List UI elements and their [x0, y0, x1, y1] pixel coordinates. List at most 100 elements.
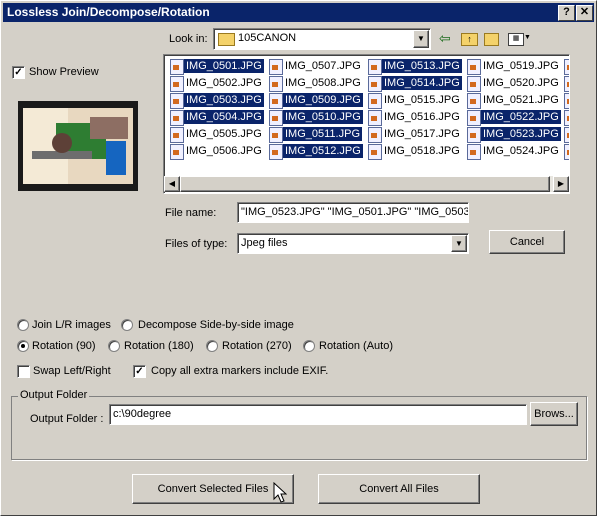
file-list-item[interactable]: IMG_0505.JPG	[168, 126, 262, 143]
mouse-cursor-icon	[273, 481, 288, 507]
file-list-item-partial[interactable]	[562, 143, 569, 160]
file-list-item[interactable]: IMG_0508.JPG	[267, 75, 361, 92]
file-name: IMG_0510.JPG	[283, 110, 363, 124]
file-list-item-partial[interactable]	[562, 109, 569, 126]
file-name: IMG_0514.JPG	[382, 76, 462, 90]
file-list-item-partial[interactable]	[562, 126, 569, 143]
rotation-90-radio[interactable]	[17, 340, 29, 352]
file-name: IMG_0504.JPG	[184, 110, 264, 124]
scroll-right-icon[interactable]: ▶	[553, 176, 569, 192]
jpeg-file-icon	[170, 93, 184, 109]
title-bar[interactable]: Lossless Join/Decompose/Rotation ? ✕	[3, 3, 594, 22]
filetype-value: Jpeg files	[241, 237, 288, 249]
file-list-item[interactable]: IMG_0507.JPG	[267, 58, 361, 75]
decompose-radio[interactable]	[121, 319, 133, 331]
jpeg-file-icon	[170, 144, 184, 160]
scroll-left-icon[interactable]: ◀	[164, 176, 180, 192]
file-list-item[interactable]: IMG_0502.JPG	[168, 75, 262, 92]
file-name: IMG_0506.JPG	[186, 145, 262, 157]
jpeg-file-icon	[564, 127, 569, 143]
file-list-item-partial[interactable]	[562, 58, 569, 75]
jpeg-file-icon	[564, 110, 569, 126]
filetype-dropdown[interactable]: Jpeg files ▼	[237, 233, 469, 254]
file-list-item[interactable]: IMG_0511.JPG	[267, 126, 362, 143]
scroll-thumb[interactable]	[180, 176, 550, 192]
jpeg-file-icon	[170, 76, 184, 92]
file-list-item[interactable]: IMG_0503.JPG	[168, 92, 264, 109]
file-list-item[interactable]: IMG_0515.JPG	[366, 92, 460, 109]
view-menu-chevron-icon[interactable]: ▼	[524, 34, 531, 41]
file-list-item[interactable]: IMG_0514.JPG	[366, 75, 462, 92]
swap-checkbox[interactable]	[17, 365, 30, 378]
convert-selected-button[interactable]: Convert Selected Files	[132, 474, 294, 504]
jpeg-file-icon	[170, 59, 184, 75]
file-name: IMG_0516.JPG	[384, 111, 460, 123]
cancel-button[interactable]: Cancel	[489, 230, 565, 254]
filename-value: "IMG_0523.JPG" "IMG_0501.JPG" "IMG_0503	[241, 206, 469, 218]
file-list-item[interactable]: IMG_0524.JPG	[465, 143, 559, 160]
show-preview-checkbox[interactable]: ✓	[12, 66, 25, 79]
jpeg-file-icon	[269, 59, 283, 75]
jpeg-file-icon	[269, 76, 283, 92]
join-radio[interactable]	[17, 319, 29, 331]
rotation-auto-radio[interactable]	[303, 340, 315, 352]
file-list-item[interactable]: IMG_0501.JPG	[168, 58, 264, 75]
rotation-270-radio[interactable]	[206, 340, 218, 352]
dialog-window: Lossless Join/Decompose/Rotation ? ✕ ✓ S…	[0, 0, 597, 516]
file-name: IMG_0518.JPG	[384, 145, 460, 157]
view-menu-icon[interactable]: ▦	[508, 33, 524, 46]
jpeg-file-icon	[564, 59, 569, 75]
rotation-180-label: Rotation (180)	[124, 340, 194, 352]
close-button[interactable]: ✕	[576, 5, 593, 21]
new-folder-icon[interactable]	[484, 33, 499, 46]
file-list-item[interactable]: IMG_0506.JPG	[168, 143, 262, 160]
jpeg-file-icon	[269, 93, 283, 109]
file-list[interactable]: IMG_0501.JPG IMG_0502.JPG IMG_0503.JPG IMG_…	[163, 54, 570, 194]
file-list-item[interactable]: IMG_0510.JPG	[267, 109, 363, 126]
chevron-down-icon[interactable]: ▼	[451, 235, 467, 252]
jpeg-file-icon	[269, 127, 283, 143]
file-list-item-partial[interactable]	[562, 92, 569, 109]
decompose-label: Decompose Side-by-side image	[138, 319, 294, 331]
file-list-item[interactable]: IMG_0522.JPG	[465, 109, 561, 126]
file-name: IMG_0505.JPG	[186, 128, 262, 140]
file-list-item[interactable]: IMG_0513.JPG	[366, 58, 462, 75]
jpeg-file-icon	[368, 144, 382, 160]
horizontal-scrollbar[interactable]: ◀ ▶	[164, 176, 569, 192]
lookin-dropdown[interactable]: 105CANON ▼	[213, 28, 431, 50]
back-icon[interactable]: ⇦	[439, 31, 451, 45]
file-list-item[interactable]: IMG_0518.JPG	[366, 143, 460, 160]
file-list-item[interactable]: IMG_0516.JPG	[366, 109, 460, 126]
file-list-item[interactable]: IMG_0519.JPG	[465, 58, 559, 75]
browse-button[interactable]: Brows...	[530, 402, 578, 426]
output-folder-label: Output Folder :	[30, 413, 104, 425]
file-name: IMG_0523.JPG	[481, 127, 561, 141]
file-list-item-partial[interactable]	[562, 75, 569, 92]
chevron-down-icon[interactable]: ▼	[413, 30, 429, 48]
file-name: IMG_0509.JPG	[283, 93, 363, 107]
convert-all-button[interactable]: Convert All Files	[318, 474, 480, 504]
jpeg-file-icon	[564, 144, 569, 160]
copy-exif-checkbox[interactable]: ✓	[133, 365, 146, 378]
jpeg-file-icon	[368, 93, 382, 109]
file-list-item[interactable]: IMG_0517.JPG	[366, 126, 460, 143]
file-list-item[interactable]: IMG_0512.JPG	[267, 143, 363, 160]
help-button[interactable]: ?	[558, 5, 575, 21]
file-name: IMG_0507.JPG	[285, 60, 361, 72]
output-folder-value: c:\90degree	[113, 408, 172, 420]
output-folder-group-label: Output Folder	[18, 389, 90, 401]
file-list-item[interactable]: IMG_0509.JPG	[267, 92, 363, 109]
file-list-item[interactable]: IMG_0520.JPG	[465, 75, 559, 92]
file-list-item[interactable]: IMG_0521.JPG	[465, 92, 559, 109]
file-list-item[interactable]: IMG_0523.JPG	[465, 126, 561, 143]
output-folder-input[interactable]: c:\90degree	[109, 404, 527, 425]
window-title: Lossless Join/Decompose/Rotation	[7, 5, 210, 19]
up-folder-icon[interactable]: ↑	[461, 33, 478, 46]
copy-exif-label: Copy all extra markers include EXIF.	[151, 365, 329, 377]
file-name: IMG_0503.JPG	[184, 93, 264, 107]
jpeg-file-icon	[467, 144, 481, 160]
filetype-label: Files of type:	[165, 238, 228, 250]
filename-input[interactable]: "IMG_0523.JPG" "IMG_0501.JPG" "IMG_0503	[237, 202, 469, 223]
rotation-180-radio[interactable]	[108, 340, 120, 352]
file-list-item[interactable]: IMG_0504.JPG	[168, 109, 264, 126]
